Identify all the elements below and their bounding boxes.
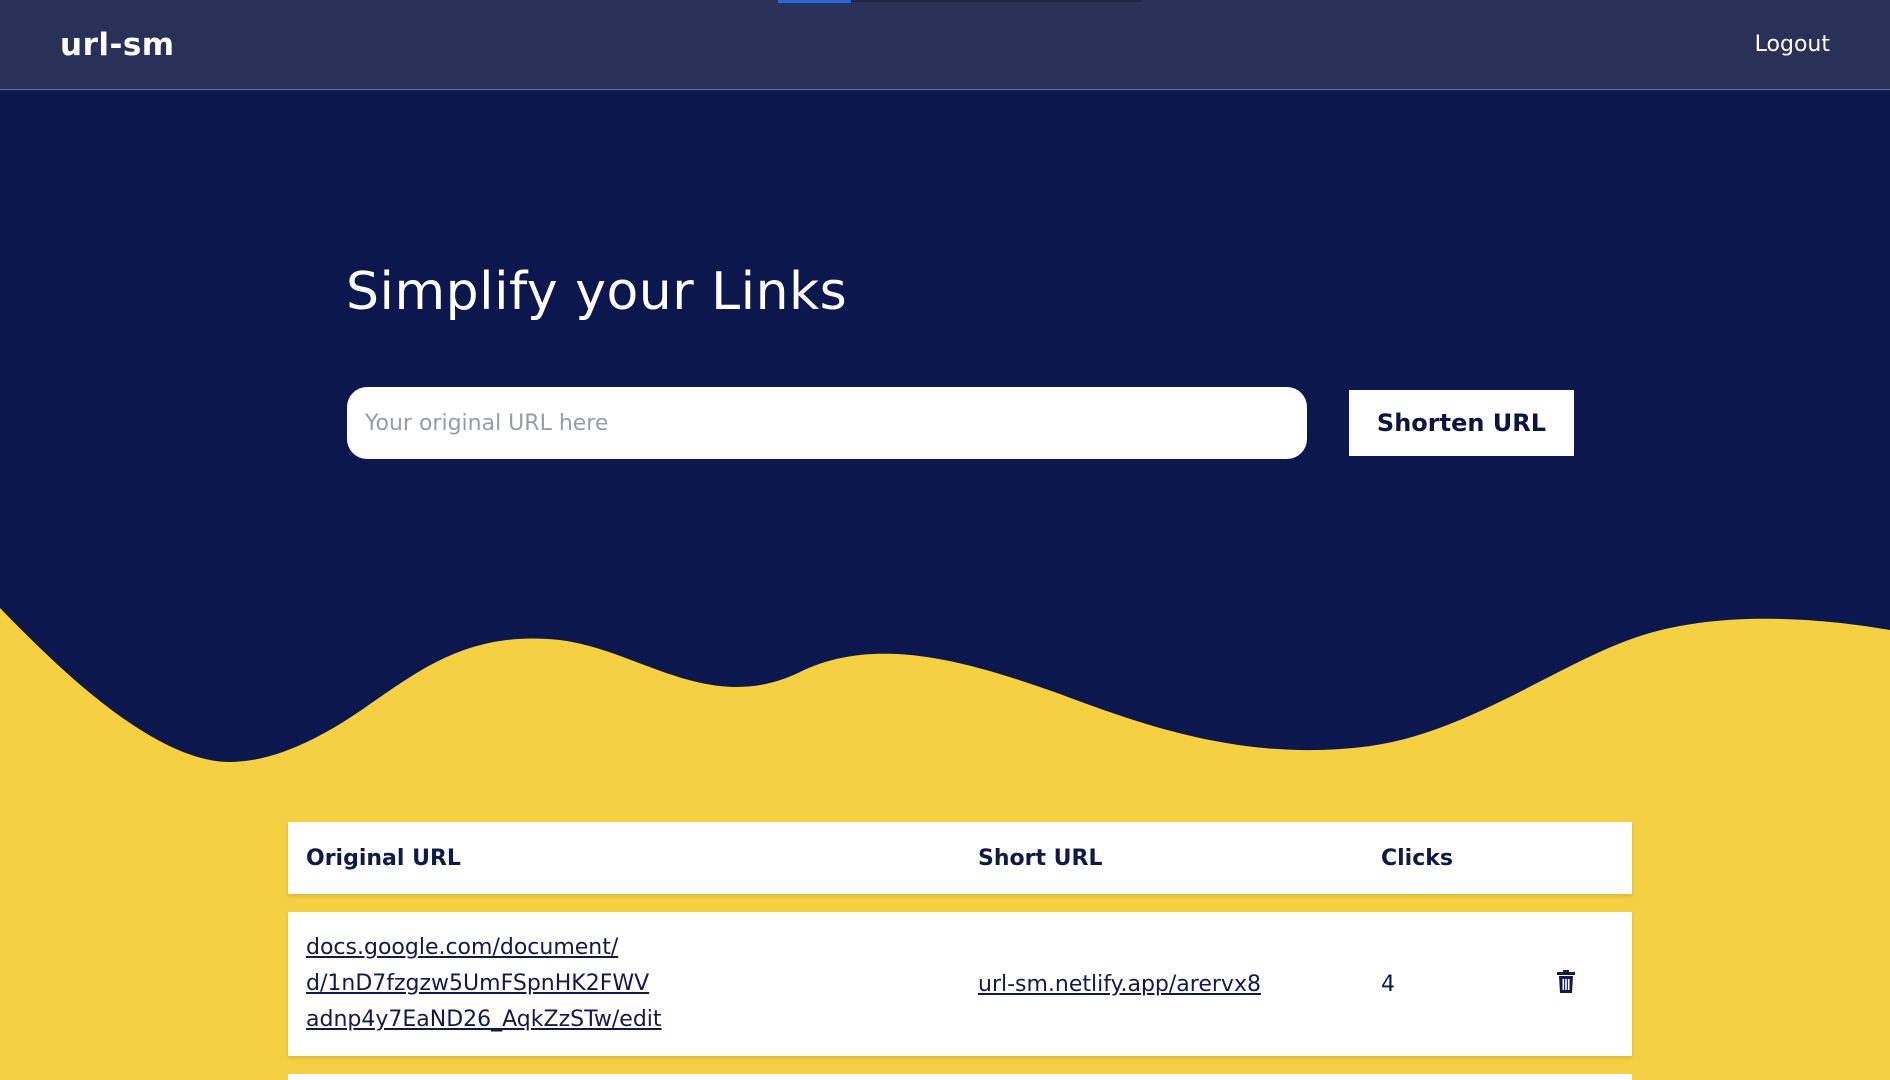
header-short-url: Short URL bbox=[978, 845, 1103, 871]
original-url-link[interactable]: docs.google.com/document/ d/1nD7fzgzw5Um… bbox=[306, 930, 726, 1038]
loading-bar bbox=[778, 0, 851, 3]
short-url-link[interactable]: url-sm.netlify.app/arervx8 bbox=[978, 972, 1261, 997]
hero-title: Simplify your Links bbox=[346, 262, 848, 322]
brand-logo[interactable]: url-sm bbox=[60, 27, 175, 63]
table-row: docs.google.com/document/ d/1nD7fzgzw5Um… bbox=[288, 912, 1632, 1056]
url-input[interactable] bbox=[347, 387, 1307, 459]
original-url-line: adnp4y7EaND26_AqkZzSTw/edit bbox=[306, 1007, 662, 1032]
original-url-line: d/1nD7fzgzw5UmFSpnHK2FWV bbox=[306, 971, 650, 996]
delete-button[interactable] bbox=[1556, 970, 1576, 998]
shorten-url-button[interactable]: Shorten URL bbox=[1349, 390, 1574, 456]
original-url-line: docs.google.com/document/ bbox=[306, 935, 619, 960]
header-original-url: Original URL bbox=[306, 845, 461, 871]
table-row bbox=[288, 1074, 1632, 1080]
links-table: Original URL Short URL Clicks docs.googl… bbox=[288, 822, 1632, 1080]
table-header: Original URL Short URL Clicks bbox=[288, 822, 1632, 894]
logout-link[interactable]: Logout bbox=[1755, 32, 1830, 57]
clicks-count: 4 bbox=[1381, 971, 1395, 997]
trash-icon bbox=[1557, 970, 1575, 993]
header-clicks: Clicks bbox=[1381, 845, 1453, 871]
top-navbar: url-sm Logout bbox=[0, 0, 1890, 90]
